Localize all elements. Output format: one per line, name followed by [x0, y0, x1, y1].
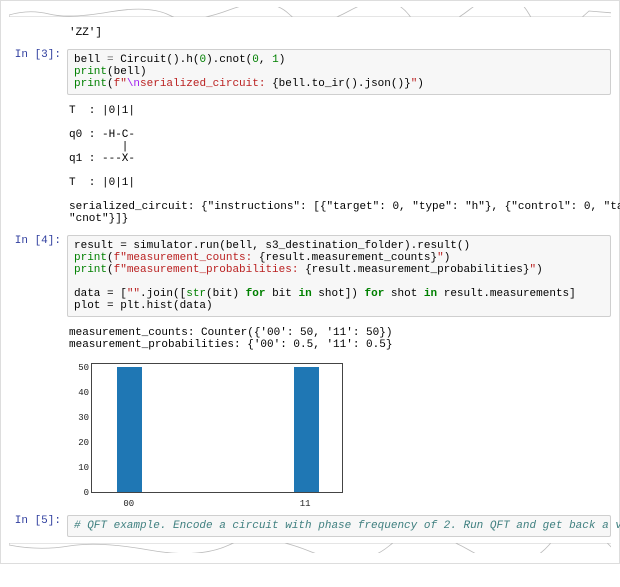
code-token: in	[424, 288, 437, 300]
code-token: {bell.to_ir().json()}	[272, 78, 411, 90]
code-token: {result.measurement_counts}	[259, 252, 437, 264]
code-token: ""	[127, 288, 140, 300]
code-token: 1	[272, 54, 279, 66]
cell-4-input[interactable]: In [4]: result = simulator.run(bell, s3_…	[9, 235, 611, 317]
code-token: result = simulator.run(bell, s3_destinat…	[74, 240, 470, 252]
ytick: 0	[67, 488, 89, 498]
histogram-chart: 0 10 20 30 40 50 00 11	[67, 359, 347, 509]
prompt-in-5: In [5]:	[9, 515, 67, 527]
fragment-text: 'ZZ']	[67, 23, 611, 43]
code-token: for	[365, 288, 385, 300]
code-token: )	[536, 264, 543, 276]
code-token: {result.measurement_probabilities}	[305, 264, 529, 276]
cell-3-output: T : |0|1| q0 : -H-C- | q1 : ---X- T : |0…	[9, 101, 611, 229]
code-token: 0	[252, 54, 259, 66]
torn-edge-bottom	[9, 543, 611, 553]
ytick: 10	[67, 463, 89, 473]
ytick: 50	[67, 363, 89, 373]
code-token: )	[417, 78, 424, 90]
code-area-4[interactable]: result = simulator.run(bell, s3_destinat…	[67, 235, 611, 317]
plot-area	[91, 363, 343, 493]
code-token: bell	[74, 54, 107, 66]
code-token: Circuit().h(	[114, 54, 200, 66]
code-token: in	[298, 288, 311, 300]
code-token: print	[74, 252, 107, 264]
code-token: shot])	[312, 288, 365, 300]
code-token: data = [	[74, 288, 127, 300]
cell-4-output: measurement_counts: Counter({'00': 50, '…	[9, 323, 611, 509]
code-token: bit	[265, 288, 298, 300]
code-token: (	[107, 264, 114, 276]
xtick: 11	[300, 499, 311, 509]
histogram-bar	[117, 367, 142, 492]
histogram-output: 0 10 20 30 40 50 00 11	[67, 359, 611, 509]
ytick: 40	[67, 388, 89, 398]
code-token: ).cnot(	[206, 54, 252, 66]
output-text-4: measurement_counts: Counter({'00': 50, '…	[67, 323, 611, 355]
code-token: f"measurement_probabilities:	[114, 264, 305, 276]
code-token: =	[107, 54, 114, 66]
code-token: result.measurements]	[437, 288, 576, 300]
code-token: "	[437, 252, 444, 264]
ytick: 30	[67, 413, 89, 423]
code-token: (bell)	[107, 66, 147, 78]
code-token: ,	[259, 54, 272, 66]
code-token: .join([	[140, 288, 186, 300]
jupyter-notebook: 'ZZ'] In [3]: bell = Circuit().h(0).cnot…	[0, 0, 620, 564]
code-token: (	[107, 78, 114, 90]
xtick: 00	[123, 499, 134, 509]
ytick: 20	[67, 438, 89, 448]
prompt-in-4: In [4]:	[9, 235, 67, 247]
cell-5-input[interactable]: In [5]: # QFT example. Encode a circuit …	[9, 515, 611, 537]
cell-3-input[interactable]: In [3]: bell = Circuit().h(0).cnot(0, 1)…	[9, 49, 611, 95]
code-token: serialized_circuit:	[140, 78, 272, 90]
code-token: for	[246, 288, 266, 300]
code-area-3[interactable]: bell = Circuit().h(0).cnot(0, 1) print(b…	[67, 49, 611, 95]
code-token: plot = plt.hist(data)	[74, 300, 213, 312]
histogram-bar	[294, 367, 319, 492]
prompt-in-3: In [3]:	[9, 49, 67, 61]
code-token: )	[279, 54, 286, 66]
output-4-content: measurement_counts: Counter({'00': 50, '…	[67, 323, 611, 509]
code-token: f"	[114, 78, 127, 90]
code-area-5[interactable]: # QFT example. Encode a circuit with pha…	[67, 515, 611, 537]
code-token: )	[444, 252, 451, 264]
code-token: str	[186, 288, 206, 300]
code-token: print	[74, 264, 107, 276]
code-token: (	[107, 252, 114, 264]
code-token: \n	[127, 78, 140, 90]
code-token: print	[74, 66, 107, 78]
output-text-3: T : |0|1| q0 : -H-C- | q1 : ---X- T : |0…	[67, 101, 611, 229]
code-token: (bit)	[206, 288, 246, 300]
prev-output-fragment: 'ZZ']	[9, 23, 611, 43]
torn-edge-top	[9, 7, 611, 17]
code-comment: # QFT example. Encode a circuit with pha…	[74, 520, 620, 532]
code-token: shot	[384, 288, 424, 300]
code-token: f"measurement_counts:	[114, 252, 259, 264]
code-token: print	[74, 78, 107, 90]
